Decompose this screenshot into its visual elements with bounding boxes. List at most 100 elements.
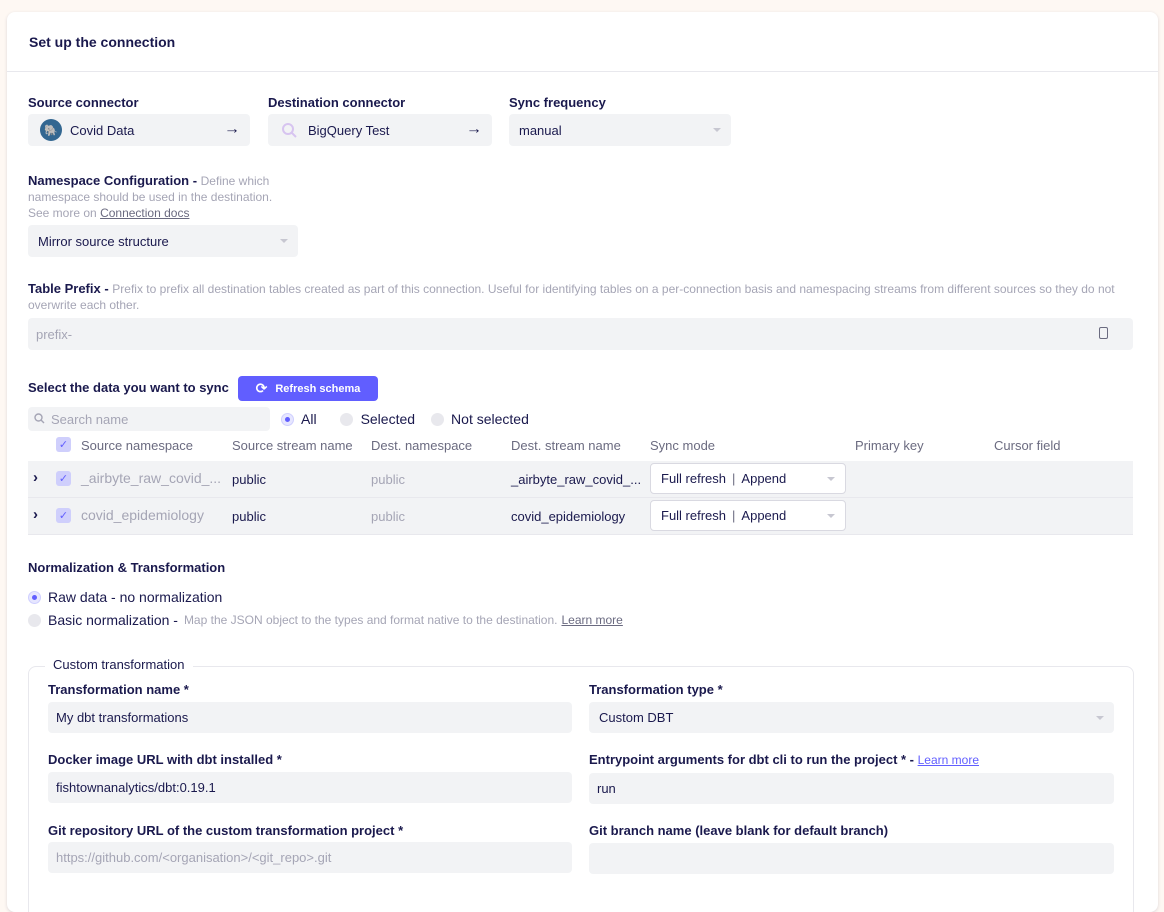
dest-namespace-cell: public xyxy=(371,472,405,487)
stream-filter-group: All Selected Not selected xyxy=(281,411,529,427)
filter-selected-label: Selected xyxy=(360,411,416,427)
basic-normalization-desc: Map the JSON object to the types and for… xyxy=(183,613,558,627)
sync-mode-select[interactable]: Full refresh | Append xyxy=(650,463,846,494)
column-cursor-field: Cursor field xyxy=(994,438,1061,453)
docker-image-label: Docker image URL with dbt installed * xyxy=(48,752,282,767)
arrow-right-icon: → xyxy=(466,120,482,138)
sync-mode-b: Append xyxy=(741,471,787,486)
postgres-icon: 🐘 xyxy=(40,119,62,141)
source-namespace-cell: _airbyte_raw_covid_... xyxy=(81,470,222,486)
basic-normalization-option[interactable]: Basic normalization - Map the JSON objec… xyxy=(28,612,623,628)
raw-data-option[interactable]: Raw data - no normalization xyxy=(28,589,222,605)
streams-title: Select the data you want to sync xyxy=(28,380,229,395)
git-repo-input[interactable]: https://github.com/<organisation>/<git_r… xyxy=(48,842,572,873)
divider: | xyxy=(732,471,736,486)
destination-connector-name: BigQuery Test xyxy=(308,122,390,138)
docker-image-value: fishtownanalytics/dbt:0.19.1 xyxy=(56,780,216,795)
search-placeholder: Search name xyxy=(51,411,129,427)
table-prefix-placeholder: prefix- xyxy=(36,326,73,342)
sync-frequency-label: Sync frequency xyxy=(509,95,606,110)
page-title: Set up the connection xyxy=(7,12,1158,72)
column-dest-stream: Dest. stream name xyxy=(511,438,621,453)
select-all-checkbox[interactable]: ✓ xyxy=(56,437,71,452)
search-icon xyxy=(34,412,45,427)
stream-checkbox[interactable]: ✓ xyxy=(56,471,71,486)
entrypoint-label: Entrypoint arguments for dbt cli to run … xyxy=(589,752,918,767)
transformation-name-value: My dbt transformations xyxy=(56,710,189,725)
namespace-desc: Define which xyxy=(200,174,270,188)
source-stream-cell: public xyxy=(232,509,266,524)
stream-checkbox[interactable]: ✓ xyxy=(56,508,71,523)
table-prefix-input[interactable]: prefix- xyxy=(28,318,1133,350)
custom-transformation-legend: Custom transformation xyxy=(45,657,193,672)
sync-frequency-select[interactable]: manual xyxy=(509,114,731,146)
refresh-icon: ⟳ xyxy=(255,380,268,396)
bigquery-icon xyxy=(280,121,298,139)
filter-selected-radio[interactable] xyxy=(339,412,353,426)
source-connector-name: Covid Data xyxy=(70,122,135,138)
source-namespace-cell: covid_epidemiology xyxy=(81,507,204,523)
transformation-name-input[interactable]: My dbt transformations xyxy=(48,702,572,733)
clipboard-icon xyxy=(1099,327,1108,339)
git-branch-label: Git branch name (leave blank for default… xyxy=(589,823,889,838)
filter-all-label: All xyxy=(301,411,317,427)
chevron-right-icon[interactable]: › xyxy=(33,506,38,523)
sync-mode-a: Full refresh xyxy=(661,471,727,486)
stream-search-input[interactable]: Search name xyxy=(28,407,270,431)
sync-frequency-value: manual xyxy=(519,122,562,138)
transformation-name-label: Transformation name * xyxy=(48,682,189,697)
column-source-namespace: Source namespace xyxy=(81,438,194,453)
entrypoint-value: run xyxy=(597,781,616,796)
namespace-select[interactable]: Mirror source structure xyxy=(28,225,298,257)
filter-not-selected-radio[interactable] xyxy=(431,412,445,426)
normalization-title: Normalization & Transformation xyxy=(28,560,226,575)
refresh-schema-label: Refresh schema xyxy=(275,382,361,395)
chevron-down-icon xyxy=(1096,715,1104,720)
namespace-desc-3: See more on xyxy=(28,206,97,220)
basic-normalization-label: Basic normalization - xyxy=(48,612,178,628)
source-connector-label: Source connector xyxy=(28,95,139,110)
divider: | xyxy=(732,508,736,523)
chevron-down-icon xyxy=(713,128,721,132)
column-dest-namespace: Dest. namespace xyxy=(371,438,473,453)
refresh-schema-button[interactable]: ⟳ Refresh schema xyxy=(238,376,378,401)
raw-data-label: Raw data - no normalization xyxy=(48,589,223,605)
table-prefix-label-block: Table Prefix - Prefix to prefix all dest… xyxy=(28,281,1156,313)
entrypoint-label-block: Entrypoint arguments for dbt cli to run … xyxy=(589,752,979,767)
sync-mode-select[interactable]: Full refresh | Append xyxy=(650,500,846,531)
destination-connector-button[interactable]: BigQuery Test → xyxy=(268,114,492,146)
filter-not-selected-label: Not selected xyxy=(451,411,529,427)
table-prefix-label: Table Prefix - xyxy=(28,281,113,296)
basic-normalization-radio[interactable] xyxy=(28,613,41,627)
filter-all-radio[interactable] xyxy=(281,412,294,426)
entrypoint-learn-more-link[interactable]: Learn more xyxy=(918,753,979,767)
table-row[interactable]: › ✓ _airbyte_raw_covid_... public public… xyxy=(28,461,1133,498)
transformation-type-select[interactable]: Custom DBT xyxy=(589,702,1114,733)
chevron-right-icon[interactable]: › xyxy=(33,469,38,486)
connection-card: Set up the connection Source connector 🐘… xyxy=(7,12,1158,912)
learn-more-link[interactable]: Learn more xyxy=(561,613,622,627)
source-connector-button[interactable]: 🐘 Covid Data → xyxy=(28,114,250,146)
dest-namespace-cell: public xyxy=(371,509,405,524)
sync-mode-a: Full refresh xyxy=(661,508,727,523)
git-branch-input[interactable] xyxy=(589,843,1114,874)
git-repo-placeholder: https://github.com/<organisation>/<git_r… xyxy=(56,850,332,865)
column-primary-key: Primary key xyxy=(855,438,924,453)
column-source-stream: Source stream name xyxy=(232,438,353,453)
entrypoint-input[interactable]: run xyxy=(589,773,1114,804)
source-stream-cell: public xyxy=(232,472,266,487)
sync-mode-b: Append xyxy=(741,508,787,523)
arrow-right-icon: → xyxy=(224,120,240,138)
table-row[interactable]: › ✓ covid_epidemiology public public cov… xyxy=(28,498,1133,535)
table-prefix-desc: Prefix to prefix all destination tables … xyxy=(112,282,1095,296)
raw-data-radio[interactable] xyxy=(28,590,41,604)
docker-image-input[interactable]: fishtownanalytics/dbt:0.19.1 xyxy=(48,772,572,803)
chevron-down-icon xyxy=(827,476,835,481)
namespace-desc-2: namespace should be used in the destinat… xyxy=(28,190,273,204)
connection-docs-link[interactable]: Connection docs xyxy=(100,206,189,220)
destination-connector-label: Destination connector xyxy=(268,95,406,110)
chevron-down-icon xyxy=(827,513,835,518)
namespace-value: Mirror source structure xyxy=(38,233,169,249)
transformation-type-label: Transformation type * xyxy=(589,682,723,697)
git-repo-label: Git repository URL of the custom transfo… xyxy=(48,823,404,838)
